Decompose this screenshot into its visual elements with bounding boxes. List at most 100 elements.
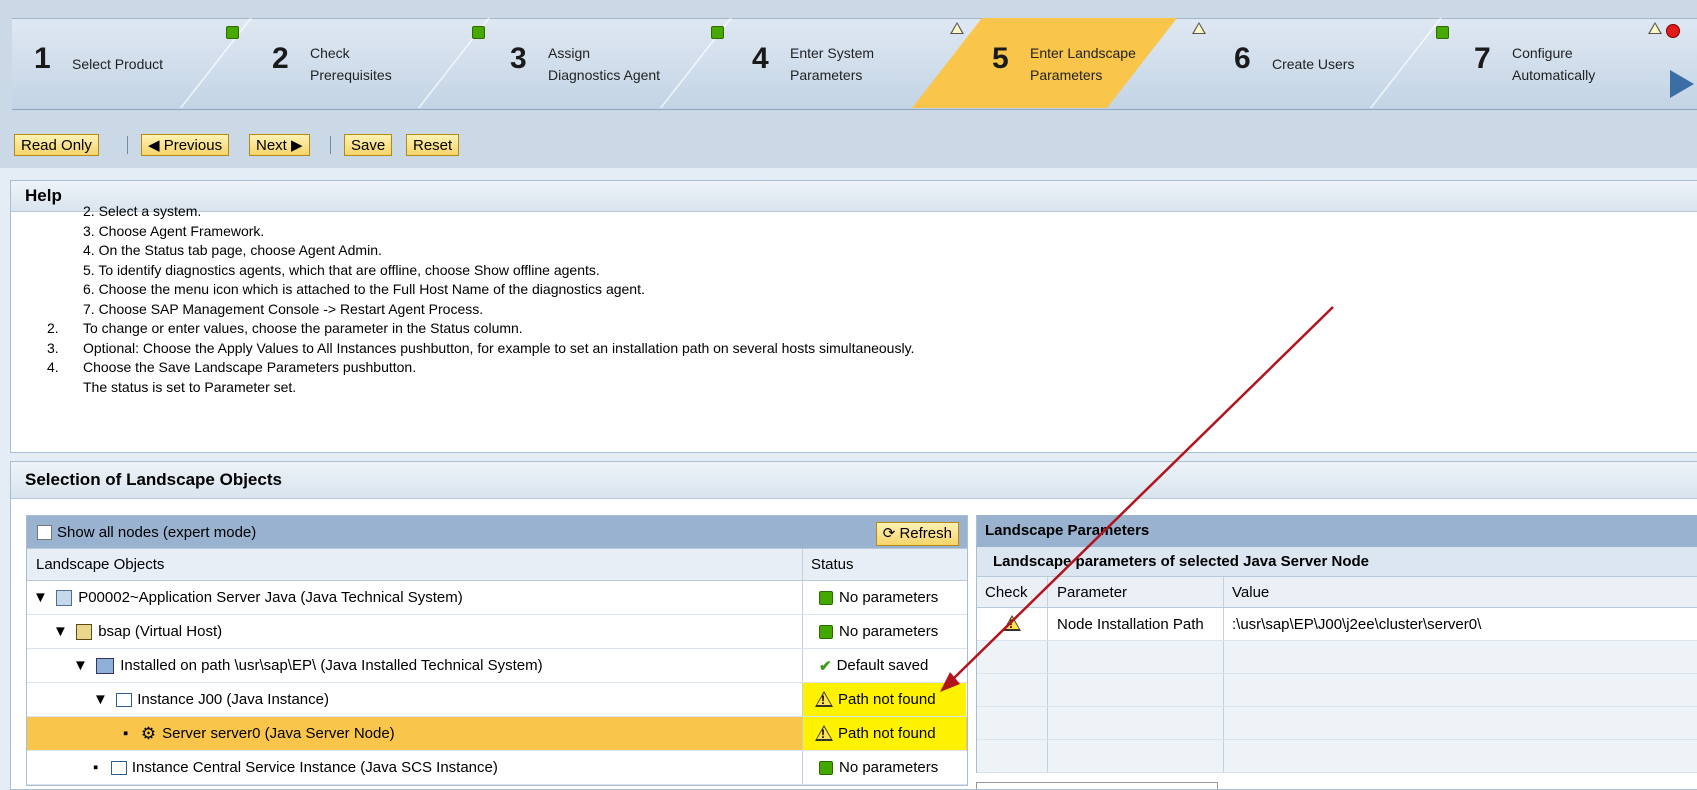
selection-title: Selection of Landscape Objects bbox=[11, 462, 1697, 499]
expand-icon[interactable]: ▼ bbox=[53, 623, 68, 640]
col-divider bbox=[802, 549, 803, 580]
expert-mode-label: Show all nodes (expert mode) bbox=[57, 523, 257, 541]
status-ok-icon bbox=[226, 26, 239, 39]
help-num: 2. bbox=[47, 320, 59, 336]
help-line: The status is set to Parameter set. bbox=[83, 379, 297, 395]
expand-icon[interactable]: ▼ bbox=[33, 589, 48, 606]
param-value[interactable]: :\usr\sap\EP\J00\j2ee\cluster\server0\ bbox=[1232, 608, 1481, 640]
tree-row[interactable]: ▪ Instance Central Service Instance (Jav… bbox=[27, 751, 967, 785]
step-number: 6 bbox=[1234, 42, 1251, 75]
step-number: 1 bbox=[34, 42, 51, 75]
help-line: 2. Select a system. bbox=[83, 203, 202, 219]
params-header: Check Parameter Value bbox=[977, 576, 1697, 608]
step-number: 2 bbox=[272, 42, 289, 75]
tree-node: ▼ Installed on path \usr\sap\EP\ (Java I… bbox=[73, 657, 543, 674]
col-divider bbox=[802, 615, 803, 648]
col-divider bbox=[1223, 577, 1224, 607]
reset-button[interactable]: Reset bbox=[406, 134, 460, 156]
col-divider bbox=[802, 649, 803, 682]
refresh-button[interactable]: ⟳ Refresh bbox=[875, 522, 959, 546]
ok-icon bbox=[819, 590, 833, 605]
help-line: Choose the Save Landscape Parameters pus… bbox=[83, 359, 417, 375]
step-number: 3 bbox=[510, 42, 527, 75]
help-line: 5. To identify diagnostics agents, which… bbox=[83, 262, 600, 278]
tree-node: ▼ Instance J00 (Java Instance) bbox=[93, 691, 329, 708]
next-step-arrow-icon[interactable] bbox=[1670, 70, 1694, 98]
col-status[interactable]: Status bbox=[811, 549, 854, 580]
previous-button[interactable]: ◀ Previous bbox=[141, 134, 230, 156]
help-line: Optional: Choose the Apply Values to All… bbox=[83, 340, 915, 356]
system-icon bbox=[56, 589, 73, 606]
tree-row[interactable]: ▼ P00002~Application Server Java (Java T… bbox=[27, 581, 967, 615]
help-line: To change or enter values, choose the pa… bbox=[83, 320, 523, 336]
param-row-empty bbox=[977, 740, 1697, 773]
col-divider bbox=[802, 751, 803, 784]
expert-mode-option[interactable]: Show all nodes (expert mode) bbox=[37, 516, 256, 548]
param-row-empty bbox=[977, 641, 1697, 674]
leaf-bullet-icon: ▪ bbox=[123, 725, 129, 742]
toolbar-divider bbox=[330, 136, 331, 154]
step-number: 7 bbox=[1474, 42, 1491, 75]
status-cell: ✔ Default saved bbox=[819, 657, 929, 675]
next-button[interactable]: Next ▶ bbox=[249, 134, 310, 156]
help-num: 3. bbox=[47, 340, 59, 356]
tree-header: Landscape Objects Status bbox=[27, 548, 967, 581]
warning-icon bbox=[815, 690, 833, 707]
host-icon bbox=[76, 623, 93, 640]
read-only-button[interactable]: Read Only bbox=[14, 134, 99, 156]
step-3[interactable]: 3 Assign Diagnostics Agent bbox=[488, 18, 728, 108]
error-icon bbox=[1666, 24, 1680, 38]
help-line: 3. Choose Agent Framework. bbox=[83, 223, 265, 239]
tree-row[interactable]: ▼ Instance J00 (Java Instance) Path not … bbox=[27, 683, 967, 717]
step-7[interactable]: 7 Configure Automatically bbox=[1452, 18, 1672, 108]
tree-node: ▼ bsap (Virtual Host) bbox=[53, 623, 223, 640]
help-panel: Help 2. Select a system. 3. Choose Agent… bbox=[10, 180, 1697, 453]
expert-mode-checkbox[interactable] bbox=[37, 524, 52, 540]
status-cell: Path not found bbox=[803, 717, 966, 750]
installed-system-icon bbox=[96, 657, 115, 674]
warning-icon bbox=[815, 724, 833, 741]
col-parameter[interactable]: Parameter bbox=[1057, 577, 1127, 607]
check-cell bbox=[1003, 608, 1026, 640]
col-value[interactable]: Value bbox=[1232, 577, 1269, 607]
col-divider bbox=[1047, 577, 1048, 607]
step-1[interactable]: 1 Select Product bbox=[12, 18, 242, 108]
refresh-icon: ⟳ bbox=[882, 525, 900, 542]
warning-icon bbox=[950, 22, 964, 34]
status-cell: No parameters bbox=[819, 615, 938, 648]
step-2[interactable]: 2 Check Prerequisites bbox=[250, 18, 480, 108]
status-ok-icon bbox=[711, 26, 724, 39]
gear-icon: ⚙ bbox=[140, 723, 157, 743]
tree-toolbar: Show all nodes (expert mode) ⟳ Refresh bbox=[27, 516, 967, 548]
col-objects[interactable]: Landscape Objects bbox=[36, 549, 164, 580]
col-check[interactable]: Check bbox=[985, 577, 1028, 607]
ok-icon bbox=[819, 624, 833, 639]
landscape-parameters-panel: Landscape Parameters Landscape parameter… bbox=[976, 515, 1697, 773]
checkmark-icon: ✔ bbox=[819, 657, 832, 675]
step-label: Assign Diagnostics Agent bbox=[548, 45, 661, 83]
instance-icon bbox=[116, 692, 133, 707]
warning-icon bbox=[1003, 615, 1021, 631]
col-divider bbox=[1223, 608, 1224, 640]
status-ok-icon bbox=[1436, 26, 1449, 39]
expand-icon[interactable]: ▼ bbox=[93, 691, 108, 708]
save-button[interactable]: Save bbox=[344, 134, 393, 156]
step-label: Select Product bbox=[72, 56, 164, 72]
step-6[interactable]: 6 Create Users bbox=[1212, 18, 1452, 108]
params-subtitle: Landscape parameters of selected Java Se… bbox=[977, 547, 1697, 576]
param-row-empty bbox=[977, 707, 1697, 740]
step-number: 5 bbox=[992, 42, 1009, 75]
step-label: Create Users bbox=[1272, 56, 1355, 72]
tree-row[interactable]: ▼ bsap (Virtual Host) No parameters bbox=[27, 615, 967, 649]
landscape-tree: Show all nodes (expert mode) ⟳ Refresh L… bbox=[26, 515, 968, 786]
status-ok-icon bbox=[472, 26, 485, 39]
toolbar-divider bbox=[127, 136, 128, 154]
tree-row[interactable]: ▼ Installed on path \usr\sap\EP\ (Java I… bbox=[27, 649, 967, 683]
help-line: 6. Choose the menu icon which is attache… bbox=[83, 281, 645, 297]
tree-node: ▼ P00002~Application Server Java (Java T… bbox=[33, 589, 463, 606]
warning-icon bbox=[1648, 22, 1662, 34]
tree-row-selected[interactable]: ▪ ⚙Server server0 (Java Server Node) Pat… bbox=[27, 717, 967, 751]
expand-icon[interactable]: ▼ bbox=[73, 657, 88, 674]
tree-node: ▪ Instance Central Service Instance (Jav… bbox=[93, 759, 498, 776]
param-row[interactable]: Node Installation Path :\usr\sap\EP\J00\… bbox=[977, 608, 1697, 641]
